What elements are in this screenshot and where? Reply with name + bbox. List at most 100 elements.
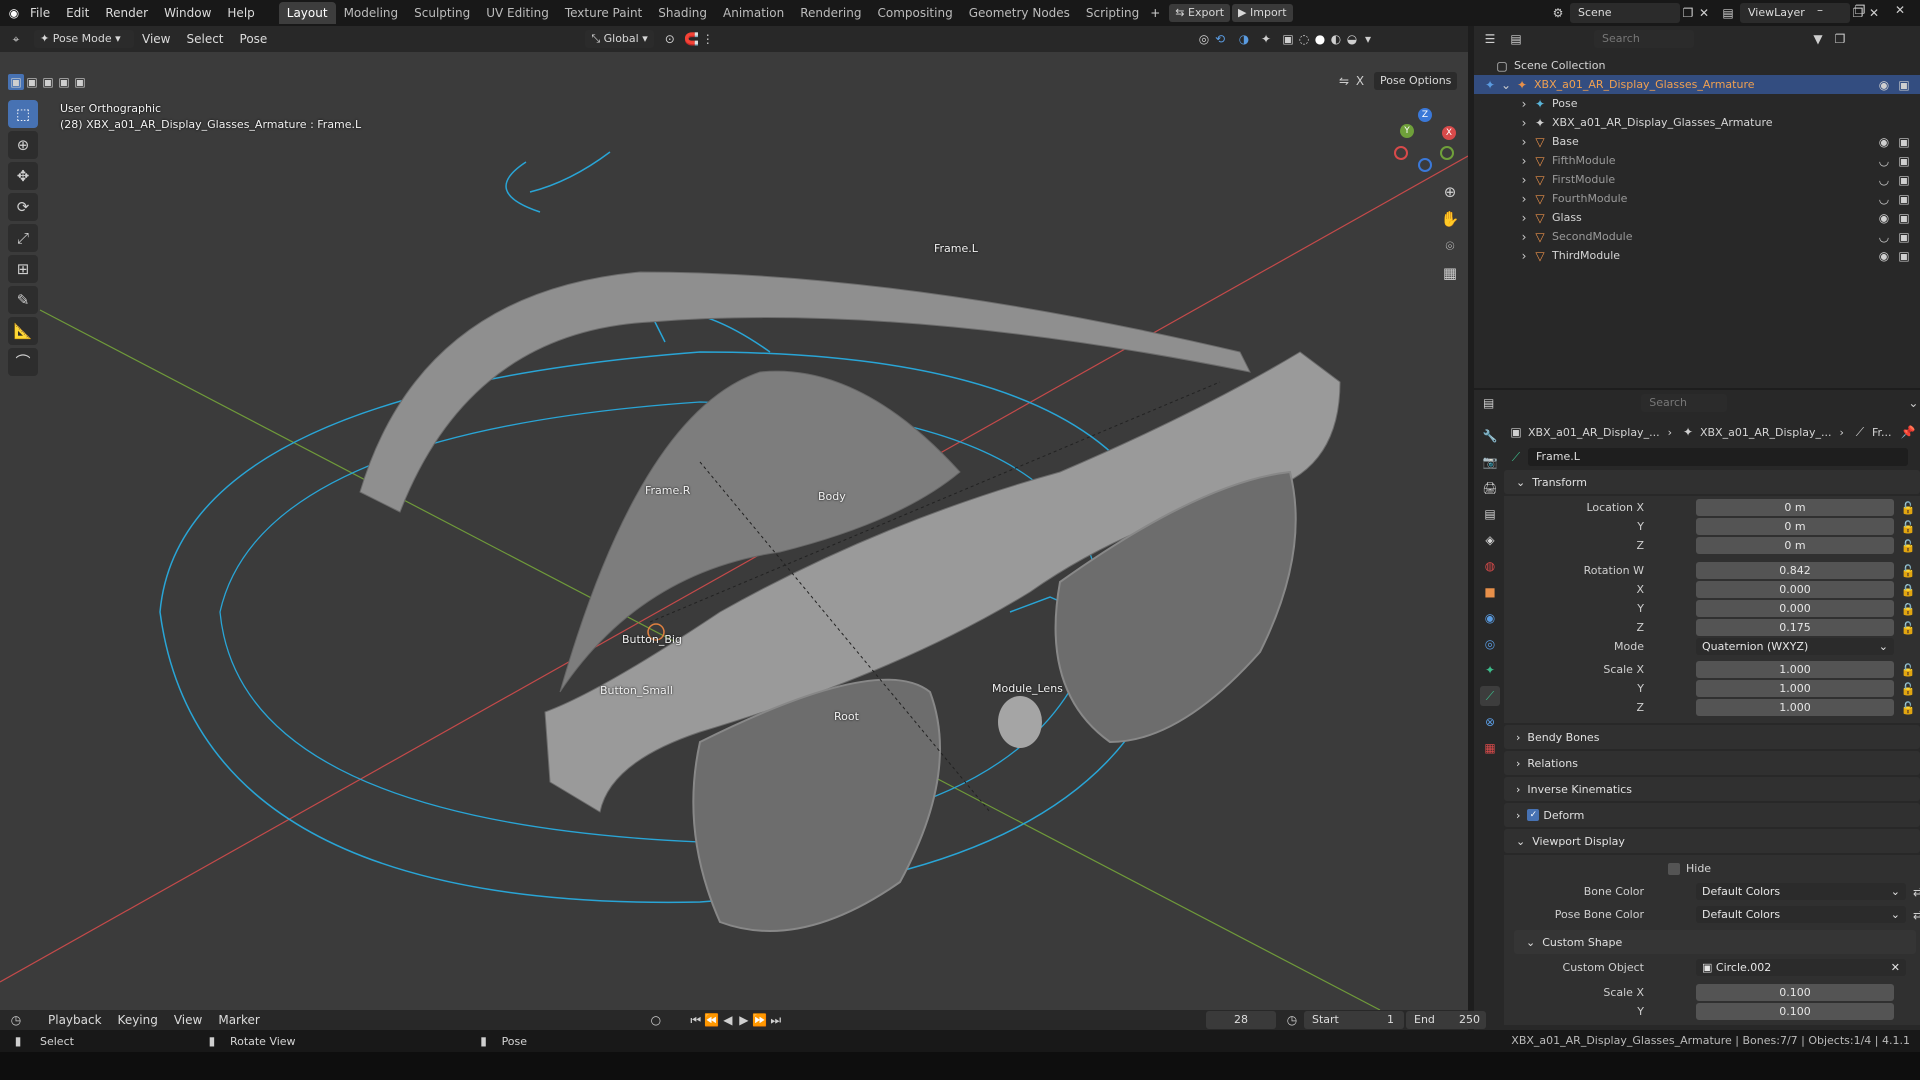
- expand-chevron-icon[interactable]: ›: [1516, 134, 1532, 150]
- visibility-eye-icon[interactable]: ◉: [1876, 248, 1892, 264]
- scale-y-field[interactable]: 1.000: [1696, 680, 1894, 697]
- select-intersect-icon[interactable]: ▣: [72, 74, 88, 90]
- outliner-item-firstmodule[interactable]: › ▽ FirstModule ◡ ▣: [1474, 170, 1920, 189]
- select-subtract-icon[interactable]: ▣: [40, 74, 56, 90]
- blender-logo-icon[interactable]: ◉: [6, 5, 22, 21]
- scene-field[interactable]: Scene: [1570, 3, 1680, 23]
- import-button[interactable]: ▶ Import: [1232, 4, 1293, 22]
- menu-pose[interactable]: Pose: [232, 28, 276, 50]
- gizmo-neg-z[interactable]: [1418, 158, 1432, 172]
- 3d-viewport[interactable]: User Orthographic (28) XBX_a01_AR_Displa…: [0, 52, 1468, 1010]
- visibility-eye-icon[interactable]: ◉: [1876, 134, 1892, 150]
- measure-tool-icon[interactable]: 📐: [8, 317, 38, 345]
- tab-compositing[interactable]: Compositing: [869, 2, 960, 24]
- stopwatch-icon[interactable]: ◷: [1284, 1012, 1300, 1028]
- bone-overlay-icon[interactable]: ✦: [1258, 31, 1274, 47]
- expand-chevron-icon[interactable]: ›: [1516, 210, 1532, 226]
- view-layer-icon[interactable]: ▤: [1720, 5, 1736, 21]
- select-new-icon[interactable]: ▣: [8, 74, 24, 90]
- zoom-icon[interactable]: ⊕: [1438, 180, 1462, 204]
- select-extend-icon[interactable]: ▣: [24, 74, 40, 90]
- tab-rendering[interactable]: Rendering: [792, 2, 869, 24]
- expand-chevron-icon[interactable]: ›: [1516, 96, 1532, 112]
- add-workspace-icon[interactable]: +: [1147, 5, 1163, 21]
- outliner-item-armature-data[interactable]: › ✦ XBX_a01_AR_Display_Glasses_Armature: [1474, 113, 1920, 132]
- lock-icon[interactable]: 🔒: [1900, 582, 1916, 598]
- clear-icon[interactable]: ✕: [1891, 959, 1900, 976]
- deform-panel-header[interactable]: › ✓ Deform: [1504, 803, 1920, 827]
- outliner-item-thirdmodule[interactable]: › ▽ ThirdModule ◉ ▣: [1474, 246, 1920, 265]
- tab-modeling[interactable]: Modeling: [336, 2, 407, 24]
- viewport-display-panel-header[interactable]: ⌄ Viewport Display: [1504, 829, 1920, 853]
- deform-checkbox[interactable]: ✓: [1527, 809, 1540, 821]
- menu-view[interactable]: View: [134, 28, 178, 50]
- properties-search-input[interactable]: Search: [1641, 394, 1727, 412]
- jump-keyframe-forward-icon[interactable]: ⏩: [752, 1012, 768, 1028]
- render-camera-icon[interactable]: ▣: [1896, 191, 1912, 207]
- expand-chevron-icon[interactable]: ›: [1516, 191, 1532, 207]
- location-z-field[interactable]: 0 m: [1696, 537, 1894, 554]
- expand-chevron-icon[interactable]: ›: [1516, 115, 1532, 131]
- copy-color-icon[interactable]: ⇄: [1910, 884, 1920, 900]
- outliner-item-glass[interactable]: › ▽ Glass ◉ ▣: [1474, 208, 1920, 227]
- maximize-icon[interactable]: ❐: [1840, 2, 1880, 18]
- close-window-icon[interactable]: ✕: [1880, 2, 1920, 18]
- texture-tab-icon[interactable]: ▦: [1480, 738, 1500, 758]
- pivot-icon[interactable]: ⊙: [662, 31, 678, 47]
- camera-view-icon[interactable]: ⌾: [1438, 234, 1462, 258]
- object-tab-icon[interactable]: ■: [1480, 582, 1500, 602]
- expand-chevron-icon[interactable]: ›: [1516, 172, 1532, 188]
- start-frame-field[interactable]: Start 1: [1304, 1011, 1404, 1029]
- bone-tab-icon[interactable]: ⟋: [1480, 686, 1500, 706]
- rotation-mode-dropdown[interactable]: Quaternion (WXYZ) ⌄: [1696, 638, 1894, 655]
- unlock-icon[interactable]: 🔓: [1900, 681, 1916, 697]
- new-collection-icon[interactable]: ❐: [1832, 31, 1848, 47]
- render-camera-icon[interactable]: ▣: [1896, 210, 1912, 226]
- menu-select[interactable]: Select: [178, 28, 231, 50]
- outliner-item-fourthmodule[interactable]: › ▽ FourthModule ◡ ▣: [1474, 189, 1920, 208]
- menu-file[interactable]: File: [22, 2, 58, 24]
- world-tab-icon[interactable]: ◍: [1480, 556, 1500, 576]
- menu-edit[interactable]: Edit: [58, 2, 97, 24]
- outliner-editor-icon[interactable]: ☰: [1482, 31, 1498, 47]
- render-camera-icon[interactable]: ▣: [1896, 229, 1912, 245]
- menu-help[interactable]: Help: [219, 2, 262, 24]
- custom-object-field[interactable]: ▣ Circle.002 ✕: [1696, 959, 1906, 976]
- gizmo-y-axis[interactable]: Y: [1400, 124, 1414, 138]
- filter-icon[interactable]: ▼: [1810, 31, 1826, 47]
- output-tab-icon[interactable]: 🖨: [1480, 478, 1500, 498]
- unlock-icon[interactable]: 🔓: [1900, 620, 1916, 636]
- relations-panel-header[interactable]: › Relations: [1504, 751, 1920, 775]
- properties-options-icon[interactable]: ⌄: [1907, 395, 1920, 411]
- overlay-toggle-icon[interactable]: ◑: [1236, 31, 1252, 47]
- hidden-eye-icon[interactable]: ◡: [1876, 172, 1892, 188]
- tab-uv-editing[interactable]: UV Editing: [478, 2, 557, 24]
- pose-bone-color-dropdown[interactable]: Default Colors ⌄: [1696, 906, 1906, 923]
- rotation-y-field[interactable]: 0.000: [1696, 600, 1894, 617]
- remove-scene-icon[interactable]: ✕: [1696, 5, 1712, 21]
- tab-geometry-nodes[interactable]: Geometry Nodes: [961, 2, 1078, 24]
- gizmo-z-axis[interactable]: Z: [1418, 108, 1432, 122]
- tab-layout[interactable]: Layout: [278, 2, 336, 24]
- expand-chevron-icon[interactable]: ›: [1516, 248, 1532, 264]
- expand-chevron-icon[interactable]: ›: [1516, 153, 1532, 169]
- rotation-x-field[interactable]: 0.000: [1696, 581, 1894, 598]
- outliner-armature-row[interactable]: ✦ ⌄ ✦ XBX_a01_AR_Display_Glasses_Armatur…: [1474, 75, 1920, 94]
- hidden-eye-icon[interactable]: ◡: [1876, 153, 1892, 169]
- mirror-x-icon[interactable]: X: [1352, 73, 1368, 89]
- tab-texture-paint[interactable]: Texture Paint: [557, 2, 650, 24]
- unlock-icon[interactable]: 🔓: [1900, 563, 1916, 579]
- hidden-eye-icon[interactable]: ◡: [1876, 191, 1892, 207]
- unlock-icon[interactable]: 🔓: [1900, 538, 1916, 554]
- render-camera-icon[interactable]: ▣: [1896, 248, 1912, 264]
- render-camera-icon[interactable]: ▣: [1896, 77, 1912, 93]
- unlock-icon[interactable]: 🔓: [1900, 500, 1916, 516]
- transform-tool-icon[interactable]: ⊞: [8, 255, 38, 283]
- rotation-w-field[interactable]: 0.842: [1696, 562, 1894, 579]
- tab-shading[interactable]: Shading: [650, 2, 715, 24]
- menu-keying[interactable]: Keying: [110, 1009, 166, 1031]
- tab-scripting[interactable]: Scripting: [1078, 2, 1147, 24]
- minimize-icon[interactable]: –: [1800, 2, 1840, 18]
- unlock-icon[interactable]: 🔓: [1900, 519, 1916, 535]
- outliner-scene-collection[interactable]: ▢ Scene Collection: [1474, 56, 1920, 75]
